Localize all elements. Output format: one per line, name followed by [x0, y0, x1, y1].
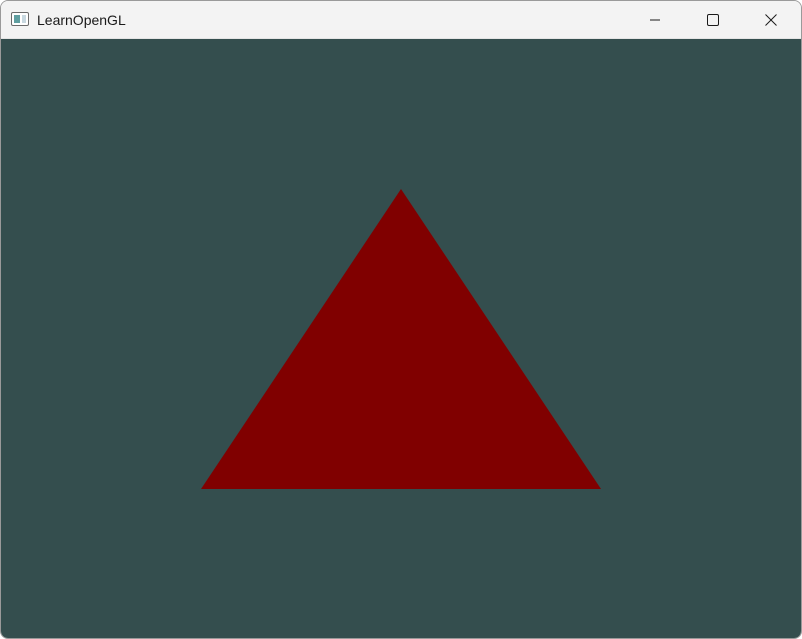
minimize-button[interactable] — [626, 1, 684, 38]
maximize-button[interactable] — [684, 1, 742, 38]
opengl-viewport[interactable] — [1, 39, 801, 638]
title-bar[interactable]: LearnOpenGL — [1, 1, 801, 39]
app-window: LearnOpenGL — [0, 0, 802, 639]
window-title: LearnOpenGL — [37, 12, 126, 28]
close-button[interactable] — [742, 1, 800, 38]
minimize-icon — [650, 19, 660, 20]
close-icon — [765, 13, 777, 26]
render-canvas — [1, 39, 801, 638]
window-app-icon — [11, 12, 29, 26]
maximize-icon — [707, 13, 719, 26]
